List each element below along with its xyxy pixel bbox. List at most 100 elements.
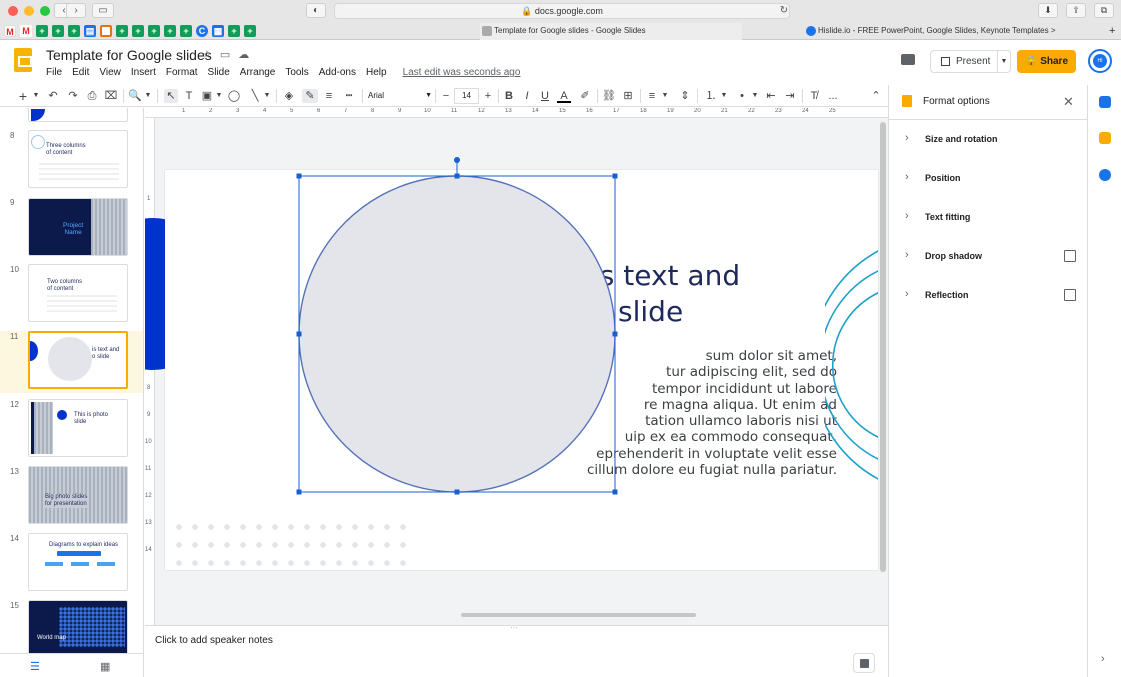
line-spacing-icon[interactable]: ⇕: [678, 89, 692, 103]
comment-history-icon[interactable]: [901, 54, 915, 65]
sheets-bookmark-icon[interactable]: +: [244, 25, 256, 37]
close-icon[interactable]: ✕: [1063, 94, 1074, 110]
zoom-dropdown-chevron-icon[interactable]: ▼: [144, 89, 152, 103]
tab-hislide[interactable]: Hislide.io - FREE PowerPoint, Google Sli…: [804, 23, 1104, 40]
paint-format-icon[interactable]: ⌧: [104, 89, 118, 103]
slide-thumbnail-10[interactable]: Two columns of content: [28, 264, 128, 322]
sheets-bookmark-icon[interactable]: +: [148, 25, 160, 37]
circle-bookmark-icon[interactable]: [100, 25, 112, 37]
section-size-and-rotation[interactable]: › Size and rotation: [889, 121, 1088, 160]
close-window-button[interactable]: [8, 6, 18, 16]
calendar-icon[interactable]: [1099, 96, 1111, 108]
cloud-status-icon[interactable]: ☁: [238, 48, 249, 61]
avatar[interactable]: [1088, 49, 1112, 73]
tasks-icon[interactable]: [1099, 169, 1111, 181]
speaker-notes[interactable]: ··· Click to add speaker notes: [145, 623, 888, 677]
font-size-input[interactable]: 14: [454, 88, 479, 104]
section-reflection[interactable]: › Reflection: [889, 277, 1088, 316]
underline-icon[interactable]: U: [539, 89, 551, 103]
grid-view-icon[interactable]: ▦: [100, 660, 110, 673]
new-slide-plus-icon[interactable]: +: [16, 89, 30, 103]
section-position[interactable]: › Position: [889, 160, 1088, 199]
undo-icon[interactable]: ↶: [46, 89, 60, 103]
tab-google-slides[interactable]: Template for Google slides - Google Slid…: [480, 23, 742, 40]
sheets-bookmark-icon[interactable]: +: [116, 25, 128, 37]
star-icon[interactable]: ☆: [202, 48, 212, 61]
vertical-scrollbar[interactable]: [880, 122, 886, 572]
new-tab-button[interactable]: +: [1109, 23, 1121, 40]
line-dropdown-chevron-icon[interactable]: ▼: [263, 89, 271, 103]
forward-button[interactable]: ›: [66, 3, 86, 18]
font-family-select[interactable]: Arial ▼: [368, 89, 432, 103]
italic-icon[interactable]: I: [521, 89, 533, 103]
collapse-toolbar-chevron-icon[interactable]: ⌃: [869, 89, 883, 103]
share-sheet-icon[interactable]: ⇪: [1066, 3, 1086, 18]
image-dropdown-chevron-icon[interactable]: ▼: [215, 89, 223, 103]
zoom-window-button[interactable]: [40, 6, 50, 16]
slides-logo-icon[interactable]: [14, 48, 32, 72]
border-dash-icon[interactable]: ┅: [342, 89, 356, 103]
filmstrip-view-icon[interactable]: ☰: [30, 660, 40, 673]
sheets-bookmark-icon[interactable]: +: [68, 25, 80, 37]
bulleted-list-dropdown-chevron-icon[interactable]: ▼: [751, 89, 759, 103]
sheets-bookmark-icon[interactable]: +: [164, 25, 176, 37]
decrease-font-size-icon[interactable]: −: [440, 89, 452, 103]
keep-icon[interactable]: [1099, 132, 1111, 144]
increase-font-size-icon[interactable]: +: [482, 89, 494, 103]
present-dropdown-chevron-icon[interactable]: ▼: [997, 51, 1010, 72]
gmail-bookmark-icon[interactable]: M: [4, 25, 16, 37]
slide-thumbnail-8[interactable]: Three columns of content: [28, 130, 128, 188]
bold-icon[interactable]: B: [503, 89, 515, 103]
horizontal-scrollbar[interactable]: [461, 613, 696, 617]
menu-file[interactable]: File: [46, 67, 62, 78]
insert-image-icon[interactable]: ▣: [200, 89, 214, 103]
menu-tools[interactable]: Tools: [285, 67, 308, 78]
increase-indent-icon[interactable]: ⇥: [783, 89, 797, 103]
menu-help[interactable]: Help: [366, 67, 387, 78]
tab-overview-icon[interactable]: ⧉: [1094, 3, 1114, 18]
menu-add-ons[interactable]: Add-ons: [319, 67, 356, 78]
slide-thumbnail-7[interactable]: [28, 108, 128, 122]
expand-panel-chevron-icon[interactable]: ›: [1101, 653, 1105, 665]
c-bookmark-icon[interactable]: C: [196, 25, 208, 37]
drop-shadow-checkbox[interactable]: [1064, 250, 1076, 262]
text-color-icon[interactable]: A: [557, 89, 571, 103]
gmail-bookmark-icon-2[interactable]: M: [20, 25, 32, 37]
decrease-indent-icon[interactable]: ⇤: [764, 89, 778, 103]
shield-icon[interactable]: ◐: [306, 3, 326, 18]
sidebar-toggle-icon[interactable]: ▭: [92, 3, 114, 18]
menu-insert[interactable]: Insert: [131, 67, 156, 78]
more-options-icon[interactable]: ...: [826, 89, 840, 103]
docs-bookmark-icon[interactable]: ▤: [84, 25, 96, 37]
redo-icon[interactable]: ↷: [66, 89, 80, 103]
insert-link-icon[interactable]: ⛓: [602, 89, 616, 103]
border-weight-icon[interactable]: ≡: [322, 89, 336, 103]
fill-color-icon[interactable]: ◈: [282, 89, 296, 103]
numbered-list-icon[interactable]: ⒈: [704, 89, 718, 103]
reflection-checkbox[interactable]: [1064, 289, 1076, 301]
move-folder-icon[interactable]: ▭: [220, 48, 230, 61]
border-color-icon[interactable]: ✎: [302, 89, 318, 103]
select-cursor-icon[interactable]: ↖: [164, 89, 178, 103]
menu-edit[interactable]: Edit: [72, 67, 89, 78]
download-icon[interactable]: ⬇: [1038, 3, 1058, 18]
menu-format[interactable]: Format: [166, 67, 198, 78]
numbered-list-dropdown-chevron-icon[interactable]: ▼: [720, 89, 728, 103]
shape-icon[interactable]: ◯: [227, 89, 241, 103]
sheets-bookmark-icon[interactable]: +: [228, 25, 240, 37]
trello-bookmark-icon[interactable]: ▦: [212, 25, 224, 37]
editor-canvas[interactable]: 1 2 3 4 5 6 7 8 9 10 11 12 13 14 15 16 1…: [145, 108, 888, 625]
zoom-icon[interactable]: 🔍: [128, 89, 142, 103]
explore-icon[interactable]: [853, 653, 875, 673]
sheets-bookmark-icon[interactable]: +: [36, 25, 48, 37]
notes-resize-handle-icon[interactable]: ···: [510, 623, 518, 632]
section-text-fitting[interactable]: › Text fitting: [889, 199, 1088, 238]
new-slide-dropdown-chevron-icon[interactable]: ▼: [32, 89, 40, 103]
slide-thumbnail-13[interactable]: Big photo slides for presentation: [28, 466, 128, 524]
sheets-bookmark-icon[interactable]: +: [180, 25, 192, 37]
menu-slide[interactable]: Slide: [208, 67, 230, 78]
minimize-window-button[interactable]: [24, 6, 34, 16]
reload-icon[interactable]: ↻: [774, 4, 794, 19]
slide-thumbnail-9[interactable]: Project Name: [28, 198, 128, 256]
document-title[interactable]: Template for Google slides: [46, 47, 212, 63]
